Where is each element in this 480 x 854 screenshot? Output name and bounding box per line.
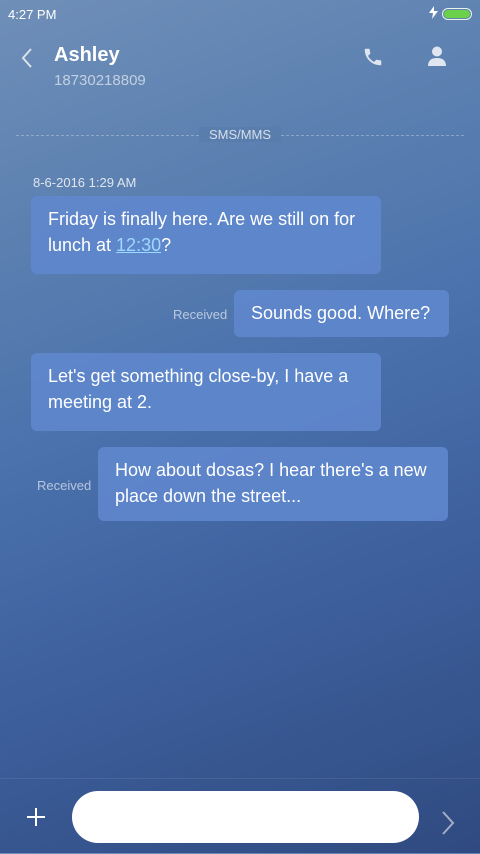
message-text: Sounds good. Where? [251,303,431,323]
status-bar: 4:27 PM [0,0,480,28]
message-input[interactable] [72,791,419,843]
charging-icon [429,6,438,22]
channel-divider: SMS/MMS [16,126,464,144]
battery-icon [442,8,472,20]
message-bubble[interactable]: Let's get something close-by, I have a m… [31,353,381,431]
message-timestamp: 8-6-2016 1:29 AM [33,175,137,190]
conversation-header: Ashley 18730218809 [0,40,480,100]
message-text: Friday is finally here. Are we still on … [48,209,356,255]
contact-profile-icon[interactable] [426,45,448,67]
back-arrow-icon[interactable] [18,46,38,70]
message-text: Let's get something close-by, I have a m… [48,366,349,412]
message-bubble[interactable]: How about dosas? I hear there's a new pl… [98,447,448,521]
add-attachment-icon[interactable] [24,805,48,829]
send-chevron-icon[interactable] [438,809,458,837]
received-status: Received [173,307,228,322]
message-bubble[interactable]: Sounds good. Where? [234,290,449,337]
received-status: Received [37,478,92,493]
status-icons [429,6,472,22]
message-text: ? [161,235,172,255]
time-link[interactable]: 12:30 [116,235,161,255]
status-time: 4:27 PM [8,6,57,22]
phone-icon[interactable] [362,46,384,68]
message-text: How about dosas? I hear there's a new pl… [115,460,427,506]
message-bubble[interactable]: Friday is finally here. Are we still on … [31,196,381,274]
composer-bar [0,778,480,854]
channel-label: SMS/MMS [198,127,282,142]
contact-name: Ashley [54,44,120,66]
contact-number: 18730218809 [54,72,146,89]
